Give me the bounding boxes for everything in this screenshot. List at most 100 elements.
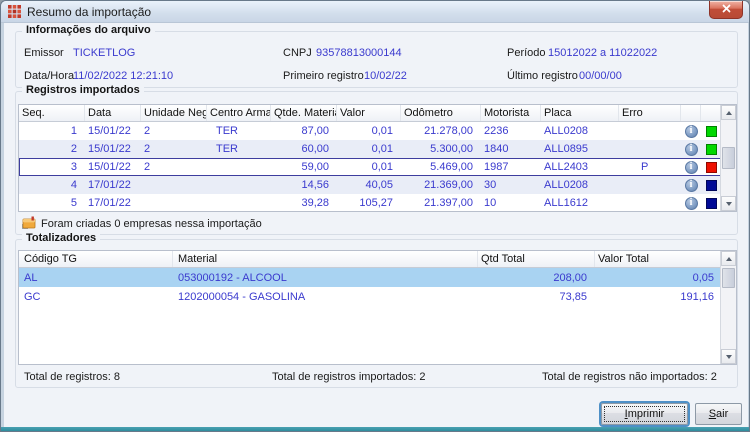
- dialog-resumo-importacao: Resumo da importação Informações do arqu…: [0, 0, 750, 432]
- summary-importados: Total de registros importados: 2: [272, 371, 426, 383]
- cell-valor: 0,01: [371, 125, 393, 137]
- col-info: [681, 105, 701, 121]
- ultimo-registro-value: 00/00/00: [579, 70, 622, 82]
- table-row[interactable]: 5 17/01/22 39,28 105,27 21.397,00 10 ALL…: [19, 194, 736, 212]
- group-title-file-info: Informações do arquivo: [22, 24, 155, 36]
- totals-row[interactable]: GC 1202000054 - GASOLINA 73,85 191,16: [19, 287, 736, 306]
- col-unidade: Unidade Negocio: [141, 105, 207, 121]
- group-totals: Totalizadores Código TG Material Qtd Tot…: [15, 232, 738, 388]
- col-placa: Placa: [541, 105, 619, 121]
- col-qtd-total: Qtd Total: [478, 251, 595, 267]
- cell-data: 15/01/22: [88, 161, 131, 173]
- col-codigo-tg: Código TG: [19, 251, 173, 267]
- col-centro: Centro Armaz.: [207, 105, 271, 121]
- titlebar: Resumo da importação: [1, 1, 749, 23]
- scrollbar-thumb[interactable]: [722, 268, 735, 288]
- scroll-up-icon[interactable]: [721, 105, 736, 120]
- periodo-label: Período: [507, 47, 546, 59]
- cell-seq: 2: [70, 143, 77, 155]
- cell-placa: ALL0208: [544, 125, 589, 137]
- records-scrollbar[interactable]: [720, 105, 736, 211]
- cell-data: 15/01/22: [88, 143, 131, 155]
- window-title: Resumo da importação: [27, 4, 152, 19]
- table-row[interactable]: 4 17/01/22 14,56 40,05 21.369,00 30 ALL0…: [19, 176, 736, 194]
- datahora-value: 11/02/2022 12:21:10: [73, 70, 174, 82]
- primeiro-registro-value: 10/02/22: [364, 70, 407, 82]
- cell-qtd-total: 73,85: [559, 290, 587, 303]
- info-icon[interactable]: [681, 142, 701, 156]
- cell-seq: 4: [70, 179, 77, 191]
- cell-valor: 0,01: [371, 143, 393, 155]
- periodo-value: 15012022 a 11022022: [548, 47, 658, 59]
- cell-qtde: 60,00: [301, 143, 329, 155]
- cell-seq: 3: [70, 161, 77, 173]
- scroll-down-icon[interactable]: [721, 196, 736, 211]
- records-table: Seq. Data Unidade Negocio Centro Armaz. …: [18, 104, 737, 212]
- close-button[interactable]: [709, 1, 743, 19]
- status-square: [701, 125, 722, 137]
- window-icon: [8, 5, 21, 18]
- cell-placa: ALL1612: [544, 197, 589, 209]
- totals-table: Código TG Material Qtd Total Valor Total…: [18, 250, 737, 365]
- scrollbar-thumb[interactable]: [722, 147, 735, 169]
- group-records: Registros importados Seq. Data Unidade N…: [15, 84, 738, 235]
- cell-unidade: 2: [144, 143, 151, 155]
- cell-data: 17/01/22: [88, 179, 131, 191]
- companies-note: Foram criadas 0 empresas nessa importaçã…: [22, 216, 262, 232]
- info-icon[interactable]: [681, 196, 701, 210]
- cnpj-label: CNPJ: [283, 47, 312, 59]
- col-material: Material: [173, 251, 478, 267]
- imprimir-button[interactable]: Imprimir: [601, 403, 688, 425]
- summary-nao-importados: Total de registros não importados: 2: [542, 371, 717, 383]
- cell-qtd-total: 208,00: [553, 271, 587, 284]
- cell-placa: ALL0895: [544, 143, 589, 155]
- sair-button[interactable]: Sair: [695, 403, 742, 425]
- info-icon[interactable]: [681, 178, 701, 192]
- cell-unidade: 2: [144, 161, 151, 173]
- cell-qtde: 39,28: [301, 197, 329, 209]
- scroll-up-icon[interactable]: [721, 251, 736, 266]
- ultimo-registro-label: Último registro: [507, 70, 578, 82]
- cell-qtde: 59,00: [301, 161, 329, 173]
- scroll-down-icon[interactable]: [721, 349, 736, 364]
- col-motorista: Motorista: [481, 105, 541, 121]
- table-row[interactable]: 1 15/01/22 2 TER 87,00 0,01 21.278,00 22…: [19, 122, 736, 140]
- status-square: [701, 197, 722, 209]
- cell-valor-total: 0,05: [692, 271, 714, 284]
- cell-valor: 40,05: [365, 179, 393, 191]
- totals-scrollbar[interactable]: [720, 251, 736, 364]
- dialog-body: Informações do arquivo Emissor TICKETLOG…: [4, 23, 748, 429]
- cell-odometro: 5.300,00: [430, 143, 473, 155]
- status-square: [701, 161, 722, 173]
- cell-unidade: 2: [144, 125, 151, 137]
- cell-valor-total: 191,16: [680, 290, 714, 303]
- table-row[interactable]: 2 15/01/22 2 TER 60,00 0,01 5.300,00 184…: [19, 140, 736, 158]
- table-row-selected[interactable]: 3 15/01/22 2 59,00 0,01 5.469,00 1987 AL…: [19, 158, 736, 176]
- group-title-records: Registros importados: [22, 84, 144, 96]
- group-file-info: Informações do arquivo Emissor TICKETLOG…: [15, 24, 738, 88]
- totals-row-selected[interactable]: AL 053000192 - ALCOOL 208,00 0,05: [19, 268, 736, 287]
- cell-material: 1202000054 - GASOLINA: [178, 290, 306, 303]
- col-valor-total: Valor Total: [595, 251, 722, 267]
- col-qtde: Qtde. Material: [271, 105, 337, 121]
- col-data: Data: [85, 105, 141, 121]
- info-icon[interactable]: [681, 124, 701, 138]
- status-square: [701, 179, 722, 191]
- cell-material: 053000192 - ALCOOL: [178, 271, 287, 284]
- status-square: [701, 143, 722, 155]
- cell-odometro: 21.278,00: [424, 125, 473, 137]
- cell-placa: ALL0208: [544, 179, 589, 191]
- info-icon[interactable]: [681, 160, 701, 174]
- companies-icon: [22, 216, 36, 232]
- cell-data: 15/01/22: [88, 125, 131, 137]
- cell-qtde: 87,00: [301, 125, 329, 137]
- cell-codigo: AL: [24, 271, 38, 284]
- cell-valor: 0,01: [371, 161, 393, 173]
- cnpj-value: 93578813000144: [316, 47, 402, 59]
- cell-odometro: 5.469,00: [430, 161, 473, 173]
- cell-valor: 105,27: [359, 197, 393, 209]
- group-title-totals: Totalizadores: [22, 232, 101, 244]
- cell-odometro: 21.397,00: [424, 197, 473, 209]
- cell-codigo: GC: [24, 290, 41, 303]
- cell-motorista: 10: [484, 197, 497, 209]
